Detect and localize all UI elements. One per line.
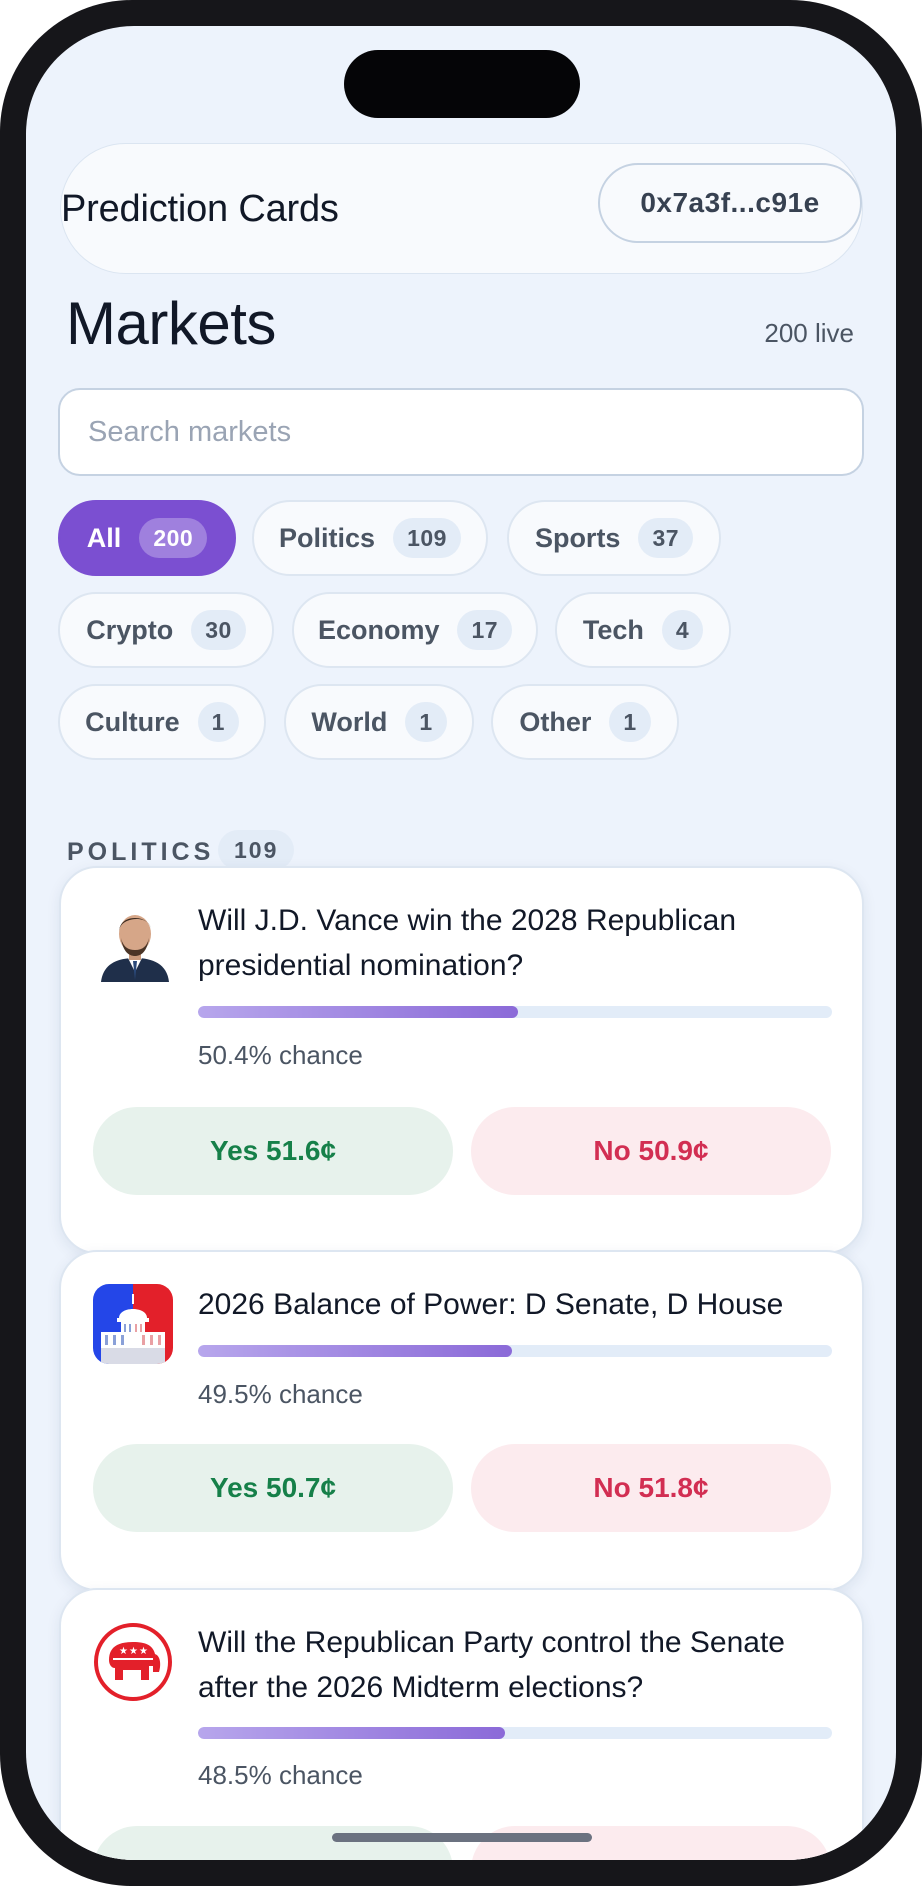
live-count: 200 live: [764, 318, 854, 348]
filter-chip-crypto[interactable]: Crypto 30: [58, 592, 274, 668]
filter-chip-count: 30: [191, 610, 246, 650]
chance-progress-bar: [198, 1727, 832, 1739]
buy-no-button[interactable]: No 51.8¢: [471, 1444, 831, 1532]
market-title[interactable]: Will the Republican Party control the Se…: [198, 1620, 832, 1710]
buy-yes-button[interactable]: Yes 50.7¢: [93, 1444, 453, 1532]
app-header: Prediction Cards 0x7a3f...c91e: [60, 143, 863, 274]
filter-chip-economy[interactable]: Economy 17: [292, 592, 538, 668]
filter-chip-label: Other: [519, 706, 592, 737]
section-count: 109: [218, 830, 295, 870]
capitol-icon: [93, 1284, 173, 1364]
filter-chip-sports[interactable]: Sports 37: [507, 500, 721, 576]
home-indicator: [332, 1833, 592, 1842]
filter-chip-culture[interactable]: Culture 1: [58, 684, 266, 760]
filter-chip-count: 37: [638, 518, 694, 558]
page-title: Markets: [66, 290, 276, 357]
filter-chip-count: 1: [609, 702, 651, 742]
chance-progress-fill: [198, 1345, 512, 1357]
buy-no-button[interactable]: [471, 1826, 831, 1860]
chance-progress-fill: [198, 1006, 518, 1018]
filter-chip-label: Economy: [317, 614, 440, 645]
filter-chip-count: 17: [457, 610, 513, 650]
filter-chip-label: All: [86, 522, 122, 553]
svg-text:★: ★: [119, 1646, 128, 1657]
filter-chip-label: World: [311, 706, 388, 737]
buy-yes-button[interactable]: [93, 1826, 453, 1860]
wallet-button[interactable]: 0x7a3f...c91e: [598, 163, 862, 243]
buy-yes-button[interactable]: Yes 51.6¢: [93, 1107, 453, 1195]
filter-chip-world[interactable]: World 1: [284, 684, 474, 760]
dynamic-island: [344, 50, 580, 118]
market-card[interactable]: 2026 Balance of Power: D Senate, D House…: [59, 1250, 864, 1591]
chance-progress-fill: [198, 1727, 506, 1739]
filter-chip-count: 4: [661, 610, 704, 650]
market-title[interactable]: 2026 Balance of Power: D Senate, D House: [198, 1282, 832, 1327]
screen: Prediction Cards 0x7a3f...c91e Markets 2…: [26, 26, 896, 1860]
filter-chip-label: Politics: [279, 522, 376, 553]
filter-chip-tech[interactable]: Tech 4: [555, 592, 731, 668]
filter-chip-other[interactable]: Other 1: [491, 684, 679, 760]
filter-chip-label: Culture: [85, 706, 180, 737]
chance-label: 50.4% chance: [198, 1040, 363, 1070]
buy-no-button[interactable]: No 50.9¢: [471, 1107, 831, 1195]
filter-chip-count: 109: [393, 518, 461, 558]
filter-chip-count: 1: [197, 702, 239, 742]
filter-chip-label: Sports: [534, 522, 621, 553]
svg-text:★: ★: [129, 1646, 138, 1657]
app-title: Prediction Cards: [61, 188, 339, 230]
svg-text:★: ★: [139, 1646, 148, 1657]
filter-chip-politics[interactable]: Politics 109: [252, 500, 488, 576]
filter-chip-count: 1: [405, 702, 447, 742]
filter-chip-label: Tech: [582, 614, 644, 645]
filter-chip-label: Crypto: [86, 614, 174, 645]
market-card[interactable]: ★ ★ ★ Will the Republican Party control …: [59, 1588, 864, 1860]
filter-chip-count: 200: [139, 518, 208, 558]
market-title[interactable]: Will J.D. Vance win the 2028 Republican …: [198, 898, 832, 988]
search-input[interactable]: [58, 388, 864, 476]
phone-frame: Prediction Cards 0x7a3f...c91e Markets 2…: [0, 0, 922, 1886]
chance-progress-bar: [198, 1345, 832, 1357]
market-card[interactable]: Will J.D. Vance win the 2028 Republican …: [59, 866, 864, 1254]
chance-label: 49.5% chance: [198, 1379, 363, 1409]
chance-progress-bar: [198, 1006, 832, 1018]
republican-elephant-icon: ★ ★ ★: [93, 1622, 173, 1702]
filter-chip-all[interactable]: All 200: [58, 500, 236, 576]
chance-label: 48.5% chance: [198, 1760, 363, 1790]
section-label: POLITICS: [67, 838, 215, 866]
portrait-avatar: [95, 902, 175, 982]
